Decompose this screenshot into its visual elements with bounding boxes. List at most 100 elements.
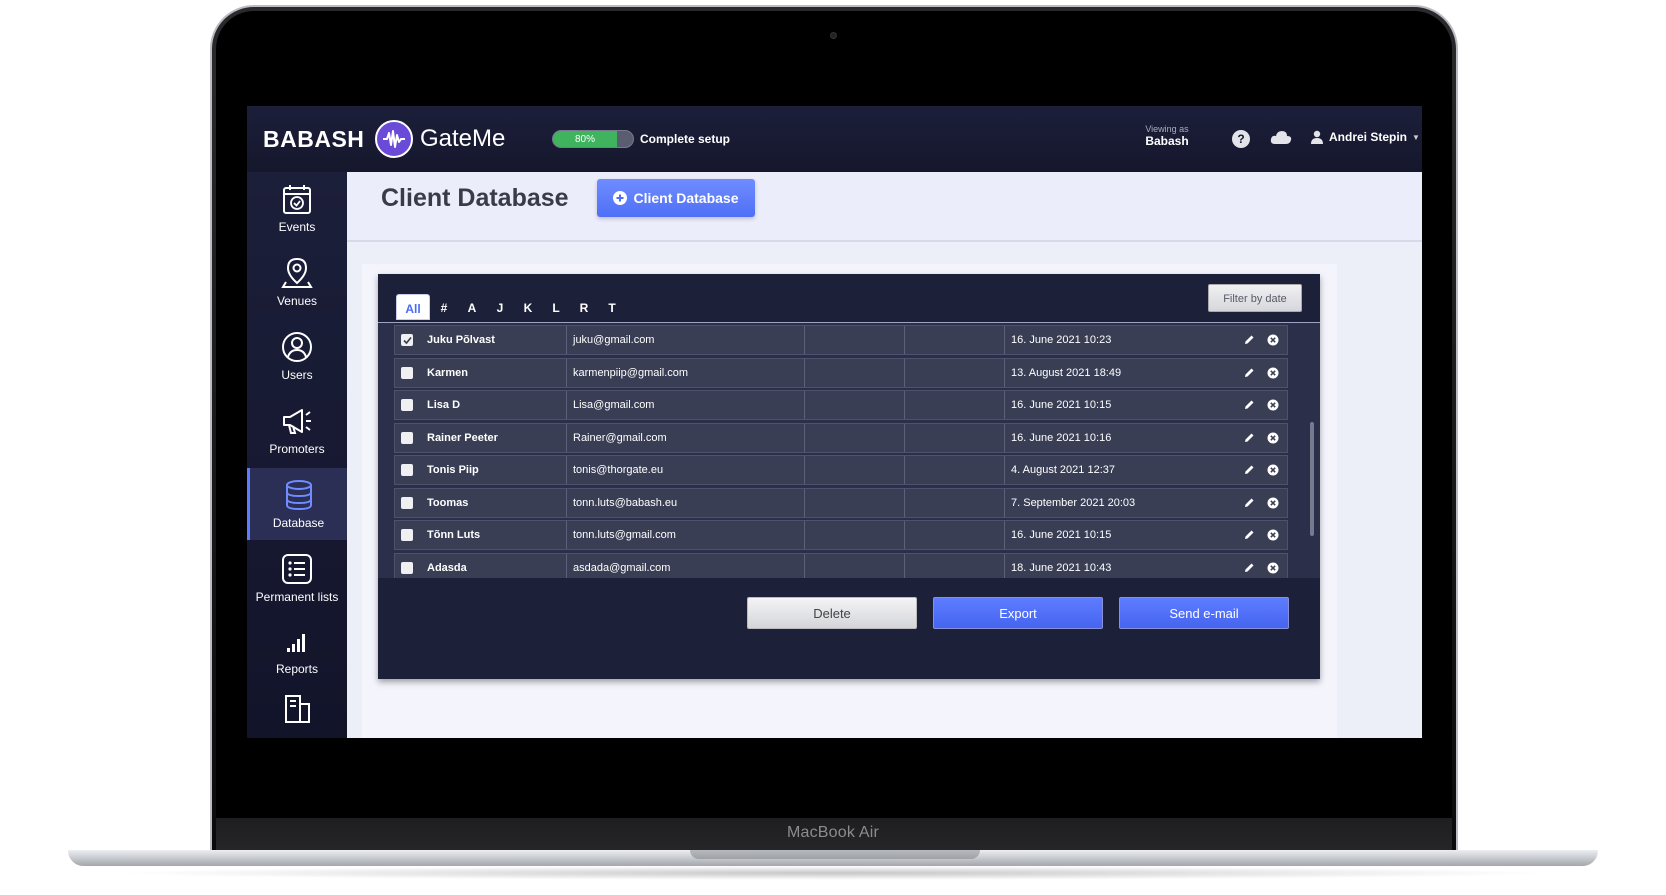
sidebar-item-database[interactable]: Database [247,468,347,540]
name-cell: Adasda [395,553,567,578]
table-row[interactable]: Tonis Piip tonis@thorgate.eu 4. August 202… [394,455,1288,485]
date-cell: 4. August 2021 12:37 [1005,456,1175,484]
pencil-icon[interactable] [1243,562,1255,574]
client-name: Toomas [427,496,469,509]
table-row[interactable]: Karmen karmenpiip@gmail.com 13. August 202… [394,357,1288,388]
row-actions [1243,529,1287,541]
sidebar-item-label: Users [281,368,313,382]
pencil-icon[interactable] [1243,432,1255,444]
pencil-icon[interactable] [1243,334,1255,346]
send-email-button[interactable]: Send e-mail [1119,597,1289,629]
waveform-logo-icon [375,120,413,158]
viewing-as[interactable]: Viewing as Babash [1127,124,1207,148]
row-checkbox[interactable] [401,496,413,509]
row-checkbox[interactable] [401,529,413,541]
client-date: 13. August 2021 18:49 [1011,366,1122,379]
pencil-icon[interactable] [1243,529,1255,541]
client-date: 16. June 2021 10:23 [1011,334,1112,346]
row-checkbox[interactable] [401,561,413,574]
tab-letter-hash[interactable]: # [430,294,458,320]
close-circle-icon[interactable] [1267,432,1279,444]
tab-letter-k[interactable]: K [514,294,542,320]
sidebar-item-more[interactable] [247,680,347,738]
table-scrollbar[interactable] [1310,422,1314,536]
delete-button[interactable]: Delete [747,597,917,629]
tab-letter-all[interactable]: All [396,294,430,320]
setup-progress-bar[interactable]: 80% [552,130,634,148]
close-circle-icon[interactable] [1267,399,1279,411]
table-row[interactable]: Toomas tonn.luts@babash.eu 7. September 20… [394,487,1288,518]
export-button[interactable]: Export [933,597,1103,629]
filter-by-date-button[interactable]: Filter by date [1208,284,1302,312]
sidebar-item-label: Promoters [269,442,325,456]
table-row[interactable]: Lisa D Lisa@gmail.com 16. June 2021 10:15 [394,390,1288,420]
sidebar-item-label: Venues [276,294,318,308]
row-checkbox[interactable] [401,334,413,346]
table-row[interactable]: Adasda asdada@gmail.com 18. June 2021 10:4… [394,552,1288,578]
content-area: All # A J K L R T Filter by date Juku Põ… [362,264,1337,738]
date-cell: 16. June 2021 10:16 [1005,424,1175,452]
cloud-icon[interactable] [1269,128,1293,148]
row-checkbox[interactable] [401,366,413,379]
close-circle-icon[interactable] [1267,367,1279,379]
close-circle-icon[interactable] [1267,334,1279,346]
tab-letter-l[interactable]: L [542,294,570,320]
close-circle-icon[interactable] [1267,562,1279,574]
col4-cell [905,456,1005,484]
close-circle-icon[interactable] [1267,529,1279,541]
tab-letter-t[interactable]: T [598,294,626,320]
sidebar-item-label: Reports [275,662,319,676]
close-circle-icon[interactable] [1267,464,1279,476]
col3-cell [805,456,905,484]
date-cell: 16. June 2021 10:23 [1005,326,1175,354]
sidebar-item-label: Events [278,220,316,234]
sidebar-item-users[interactable]: Users [247,320,347,392]
col4-cell [905,358,1005,387]
row-actions [1243,367,1287,379]
megaphone-icon [283,409,311,434]
tab-letter-r[interactable]: R [570,294,598,320]
pencil-icon[interactable] [1243,464,1255,476]
table-row[interactable]: Juku Põlvast juku@gmail.com 16. June 2021 … [394,325,1288,355]
email-cell: tonn.luts@gmail.com [567,521,805,549]
col3-cell [805,553,905,578]
sidebar-item-promoters[interactable]: Promoters [247,394,347,466]
col3-cell [805,521,905,549]
sidebar-item-reports[interactable]: Reports [247,614,347,686]
client-name: Tõnn Luts [427,529,481,541]
user-menu[interactable]: Andrei Stepin ▼ [1310,130,1420,144]
sidebar-item-permanent-lists[interactable]: Permanent lists [247,542,347,614]
col4-cell [905,391,1005,419]
col3-cell [805,488,905,517]
brand-name[interactable]: BABASH [263,126,364,153]
complete-setup-link[interactable]: Complete setup [640,132,730,146]
pencil-icon[interactable] [1243,497,1255,509]
checkmark-icon [402,336,412,344]
row-checkbox[interactable] [401,464,413,476]
help-icon[interactable]: ? [1232,130,1250,148]
table-row[interactable]: Rainer Peeter Rainer@gmail.com 16. June 20… [394,422,1288,453]
row-checkbox[interactable] [401,399,413,411]
client-name: Rainer Peeter [427,431,498,444]
tab-letter-a[interactable]: A [458,294,486,320]
client-email: juku@gmail.com [573,334,655,346]
client-date: 16. June 2021 10:16 [1011,431,1112,444]
pencil-icon[interactable] [1243,399,1255,411]
tab-letter-j[interactable]: J [486,294,514,320]
client-date: 16. June 2021 10:15 [1011,399,1112,411]
caret-down-icon: ▼ [1412,132,1420,142]
client-email: Rainer@gmail.com [573,431,667,444]
sidebar-item-venues[interactable]: Venues [247,246,347,318]
email-cell: Lisa@gmail.com [567,391,805,419]
laptop-shadow [110,866,1556,880]
user-circle-icon [282,332,312,362]
row-checkbox[interactable] [401,431,413,444]
close-circle-icon[interactable] [1267,497,1279,509]
building-icon [285,695,310,723]
add-client-database-button[interactable]: Client Database [597,179,755,217]
table-row[interactable]: Tõnn Luts tonn.luts@gmail.com 16. June 202… [394,520,1288,550]
col3-cell [805,391,905,419]
name-cell: Toomas [395,488,567,517]
pencil-icon[interactable] [1243,367,1255,379]
sidebar-item-events[interactable]: Events [247,172,347,244]
